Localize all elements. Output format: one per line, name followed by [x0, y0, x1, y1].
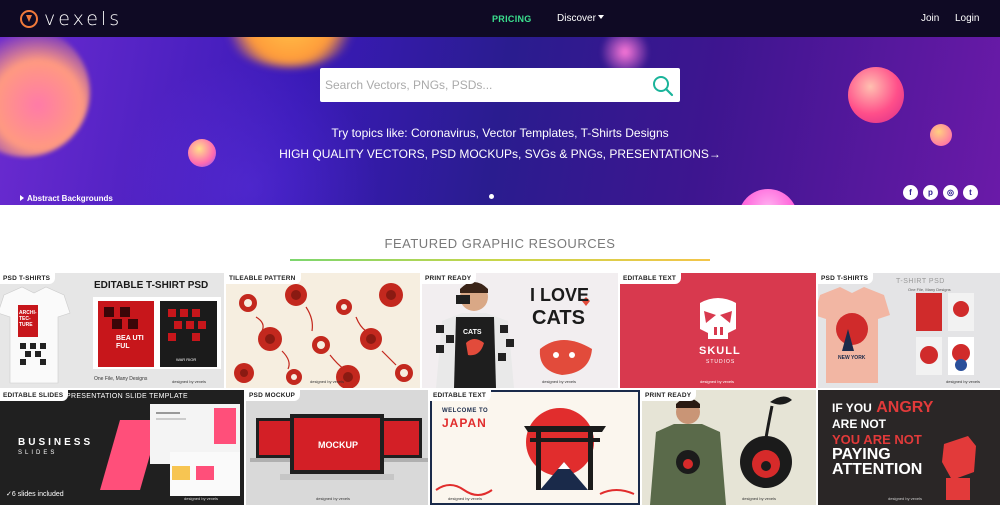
tile-heading: EDITABLE T-SHIRT PSD: [94, 280, 209, 291]
resource-card[interactable]: PSD MOCKUP MOCKUP designed by vexels: [246, 390, 428, 505]
resource-card[interactable]: EDITABLE TEXT SKULL STUDIOS designed by …: [620, 273, 816, 388]
resource-card[interactable]: EDITABLE TEXT WELCOME TO JAPAN designed …: [430, 390, 640, 505]
carousel-dot[interactable]: [489, 194, 494, 199]
nav-pricing-link[interactable]: PRICING: [492, 14, 532, 24]
decorative-bubble: [848, 67, 904, 123]
angry-line: ANGRY: [876, 399, 934, 416]
resource-tag: TILEABLE PATTERN: [226, 273, 301, 284]
angry-line: YOU ARE NOT: [832, 432, 922, 447]
vexels-credit: designed by vexels: [448, 496, 483, 501]
social-links: f p ◎ t: [903, 185, 978, 200]
art-text-skull: SKULL: [699, 345, 741, 357]
pinterest-icon[interactable]: p: [923, 185, 938, 200]
logo[interactable]: vexels: [20, 8, 122, 30]
angry-line: ATTENTION: [832, 461, 923, 478]
resource-card[interactable]: PSD T-SHIRTS T-SHIRT PSD One File, Many …: [818, 273, 1000, 388]
resource-card[interactable]: TILEABLE PATTERN designed by vexels: [226, 273, 420, 388]
angry-text-block: IF YOU ANGRY ARE NOT YOU ARE NOT PAYING …: [832, 399, 992, 478]
search-input[interactable]: [320, 68, 640, 102]
nav-join-link[interactable]: Join: [921, 13, 939, 24]
vexels-credit: designed by vexels: [542, 379, 577, 384]
floral-pattern-art: [234, 283, 413, 388]
tile-heading: T-SHIRT PSD: [896, 278, 945, 285]
nav-discover-menu[interactable]: Discover: [557, 13, 604, 24]
resource-tag: PSD T-SHIRTS: [818, 273, 874, 284]
facebook-icon[interactable]: f: [903, 185, 918, 200]
poster-text-2: WAR RIOR: [176, 357, 197, 362]
resource-tag: EDITABLE TEXT: [430, 390, 492, 401]
shirt-text: ARCHI- TEC- TURE: [19, 310, 37, 328]
twitter-icon[interactable]: t: [963, 185, 978, 200]
search-icon[interactable]: [652, 75, 674, 97]
nav-login-link[interactable]: Login: [955, 13, 979, 24]
resource-tag: PRINT READY: [642, 390, 697, 401]
shirt-text: NEW YORK: [838, 355, 866, 361]
caret-down-icon: [597, 15, 604, 19]
nav-discover-label: Discover: [557, 13, 596, 24]
laptop-screen-text: MOCKUP: [318, 440, 358, 450]
play-icon: [20, 195, 24, 201]
hero-banner: Try topics like: Coronavirus, Vector Tem…: [0, 37, 1000, 205]
vexels-credit: designed by vexels: [700, 379, 735, 384]
resource-card[interactable]: IF YOU ANGRY ARE NOT YOU ARE NOT PAYING …: [818, 390, 1000, 505]
vexels-credit: designed by vexels: [184, 496, 219, 501]
poster-text: BEA UTI FUL: [116, 335, 144, 350]
tile-subheading: One File, Many Designs: [908, 287, 951, 292]
instagram-icon[interactable]: ◎: [943, 185, 958, 200]
resource-tag: EDITABLE SLIDES: [0, 390, 69, 401]
featured-heading: FEATURED GRAPHIC RESOURCES: [384, 236, 616, 251]
hero-tagline-link[interactable]: HIGH QUALITY VECTORS, PSD MOCKUPs, SVGs …: [0, 147, 1000, 161]
resource-card[interactable]: PSD T-SHIRTS EDITABLE T-SHIRT PSD ARCHI-…: [0, 273, 224, 388]
skull-logo-art: [700, 298, 736, 339]
vexels-credit: designed by vexels: [742, 496, 777, 501]
vexels-logo-icon: [20, 10, 38, 28]
cats-shirt-text: CATS: [463, 329, 482, 336]
vexels-credit: designed by vexels: [316, 496, 351, 501]
slides-footer: ✓6 slides included: [6, 490, 64, 498]
slides-heading: PRESENTATION SLIDE TEMPLATE: [66, 393, 188, 400]
search-bar: [320, 68, 680, 102]
resource-card[interactable]: PRINT READY I LOVE CATS CATS designed by…: [422, 273, 618, 388]
art-text-studios: STUDIOS: [706, 359, 736, 365]
resource-tag: EDITABLE TEXT: [620, 273, 682, 284]
background-caption[interactable]: Abstract Backgrounds: [20, 194, 113, 203]
decorative-bubble: [738, 189, 798, 205]
tile-footer: One File, Many Designs: [94, 376, 148, 382]
cherry-shirt-photo: [650, 396, 792, 505]
resource-card[interactable]: EDITABLE SLIDES PRESENTATION SLIDE TEMPL…: [0, 390, 244, 505]
resource-tag: PRINT READY: [422, 273, 477, 284]
vexels-credit: designed by vexels: [946, 379, 981, 384]
resource-card[interactable]: PRINT READY designed by vexels: [642, 390, 816, 505]
resource-tag: PSD MOCKUP: [246, 390, 301, 401]
vexels-credit: designed by vexels: [172, 379, 207, 384]
vexels-credit: designed by vexels: [888, 496, 923, 501]
art-text-japan: JAPAN: [442, 416, 487, 430]
topics-suggestion[interactable]: Try topics like: Coronavirus, Vector Tem…: [0, 126, 1000, 140]
featured-underline: [290, 259, 710, 261]
angry-line: ARE NOT: [832, 417, 886, 431]
vexels-credit: designed by vexels: [310, 379, 345, 384]
resource-tag: PSD T-SHIRTS: [0, 273, 56, 284]
slides-title-1: BUSINESS: [18, 437, 94, 448]
angry-line: IF YOU: [832, 401, 872, 415]
art-text-love: I LOVE: [530, 285, 590, 305]
slides-title-2: SLIDES: [18, 450, 58, 456]
background-caption-label: Abstract Backgrounds: [27, 194, 113, 203]
slides-footer-label: 6 slides included: [11, 491, 64, 498]
top-navbar: vexels PRICING Discover Join Login: [0, 0, 1000, 37]
art-text-cats: CATS: [532, 307, 585, 329]
art-text-welcome: WELCOME TO: [442, 408, 489, 414]
logo-text: vexels: [44, 8, 123, 30]
